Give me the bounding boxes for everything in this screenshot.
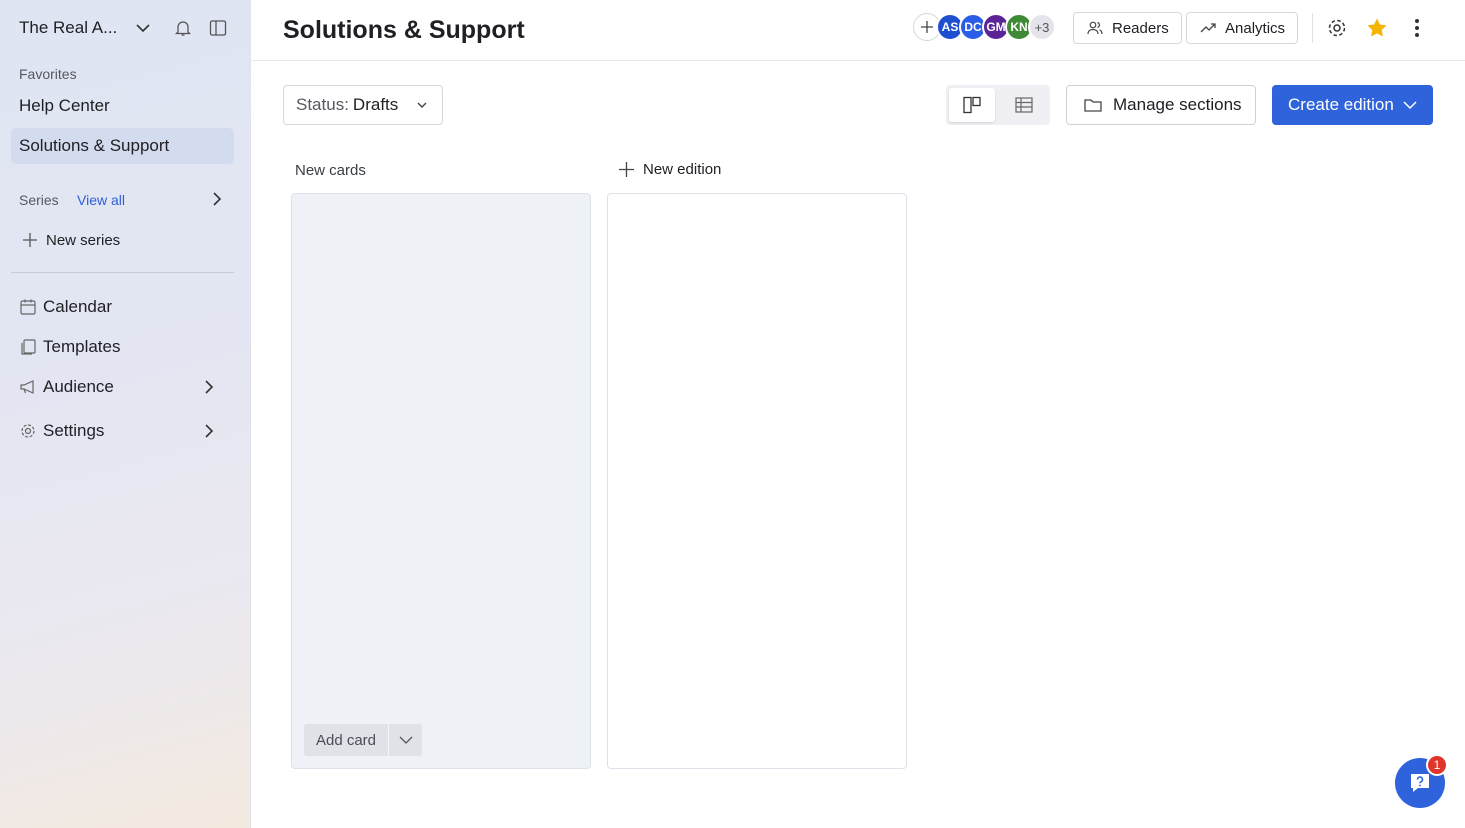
new-series-button[interactable]: New series xyxy=(22,230,120,250)
avatar-initials: DC xyxy=(964,20,982,34)
avatar-initials: KN xyxy=(1010,20,1028,34)
chevron-right-icon[interactable] xyxy=(200,422,218,440)
chevron-right-icon[interactable] xyxy=(200,378,218,396)
avatar-initials: GM xyxy=(986,20,1006,34)
sidebar-item-settings[interactable]: Settings xyxy=(11,413,234,449)
workspace-switcher[interactable]: The Real A... xyxy=(19,16,234,40)
add-card-button[interactable]: Add card xyxy=(304,724,388,756)
more-collaborators-badge[interactable]: +3 xyxy=(1028,13,1056,41)
workspace-name[interactable]: The Real A... xyxy=(19,18,119,38)
plus-icon xyxy=(23,233,37,247)
templates-icon xyxy=(19,338,37,356)
collaborators: AS DC GM KN +3 xyxy=(913,13,1056,43)
status-filter-dropdown[interactable]: Status: Drafts xyxy=(283,85,443,125)
table-view-button[interactable] xyxy=(1001,88,1047,122)
chevron-down-icon xyxy=(417,102,427,108)
board-column-empty xyxy=(607,193,907,769)
create-edition-button[interactable]: Create edition xyxy=(1272,85,1433,125)
sidebar-item-help-center[interactable]: Help Center xyxy=(11,88,234,124)
gear-icon[interactable] xyxy=(1325,16,1349,40)
manage-sections-button[interactable]: Manage sections xyxy=(1066,85,1256,125)
readers-button[interactable]: Readers xyxy=(1073,12,1182,44)
chevron-down-icon[interactable] xyxy=(1401,96,1419,114)
sidebar-item-label: Audience xyxy=(43,377,114,396)
sidebar-item-templates[interactable]: Templates xyxy=(11,329,234,365)
sidebar-item-calendar[interactable]: Calendar xyxy=(11,289,234,325)
status-filter-key: Status: xyxy=(296,95,349,114)
page-header: Solutions & Support AS DC GM KN +3 Reade… xyxy=(251,0,1465,61)
analytics-button[interactable]: Analytics xyxy=(1186,12,1299,44)
folder-icon xyxy=(1084,99,1102,112)
header-divider xyxy=(1312,13,1313,43)
sidebar-item-solutions-support[interactable]: Solutions & Support xyxy=(11,128,234,164)
sidebar: The Real A... Favorites Help Center Solu… xyxy=(0,0,251,828)
series-view-all-link[interactable]: View all xyxy=(77,192,125,208)
help-chat-icon xyxy=(1411,774,1429,792)
users-icon xyxy=(1087,21,1103,35)
chevron-down-icon xyxy=(399,736,412,744)
favorites-label: Favorites xyxy=(19,66,77,82)
column-title: New cards xyxy=(295,162,366,179)
table-view-icon xyxy=(1015,97,1033,113)
sidebar-toggle-icon[interactable] xyxy=(208,18,228,38)
sidebar-item-label: Calendar xyxy=(43,297,112,316)
new-edition-button[interactable]: New edition xyxy=(618,158,721,180)
series-header: Series View all xyxy=(19,190,234,210)
add-card-options-button[interactable] xyxy=(388,724,422,756)
megaphone-icon xyxy=(19,378,37,396)
board-column-new-cards xyxy=(291,193,591,769)
board-view-button[interactable] xyxy=(949,88,995,122)
notification-badge: 1 xyxy=(1426,754,1448,776)
calendar-icon xyxy=(19,298,37,316)
readers-label: Readers xyxy=(1112,19,1169,37)
bell-icon[interactable] xyxy=(173,18,193,38)
sidebar-item-label: Templates xyxy=(43,337,121,356)
gear-icon xyxy=(19,422,37,440)
star-icon[interactable] xyxy=(1365,16,1389,40)
chevron-down-icon[interactable] xyxy=(133,18,153,38)
manage-sections-label: Manage sections xyxy=(1113,95,1242,114)
sidebar-item-audience[interactable]: Audience xyxy=(11,369,234,405)
analytics-label: Analytics xyxy=(1225,19,1286,37)
chevron-right-icon[interactable] xyxy=(208,190,226,208)
page-title: Solutions & Support xyxy=(283,16,525,44)
board-view-icon xyxy=(963,96,981,114)
new-series-label: New series xyxy=(46,231,121,249)
avatar-initials: AS xyxy=(941,20,959,34)
view-toggle xyxy=(946,85,1050,125)
sidebar-item-label: Help Center xyxy=(19,96,110,115)
create-edition-label: Create edition xyxy=(1288,95,1394,114)
add-card-split-button: Add card xyxy=(304,724,422,756)
sidebar-divider xyxy=(11,272,234,273)
trend-up-icon xyxy=(1200,23,1216,33)
series-label: Series xyxy=(19,192,59,208)
plus-icon xyxy=(619,161,634,177)
status-filter-value: Drafts xyxy=(352,95,399,114)
sidebar-item-label: Settings xyxy=(43,421,105,440)
sidebar-item-label: Solutions & Support xyxy=(19,136,170,155)
new-edition-label: New edition xyxy=(643,160,722,178)
plus-icon xyxy=(921,21,933,33)
more-vertical-icon[interactable] xyxy=(1405,16,1429,40)
